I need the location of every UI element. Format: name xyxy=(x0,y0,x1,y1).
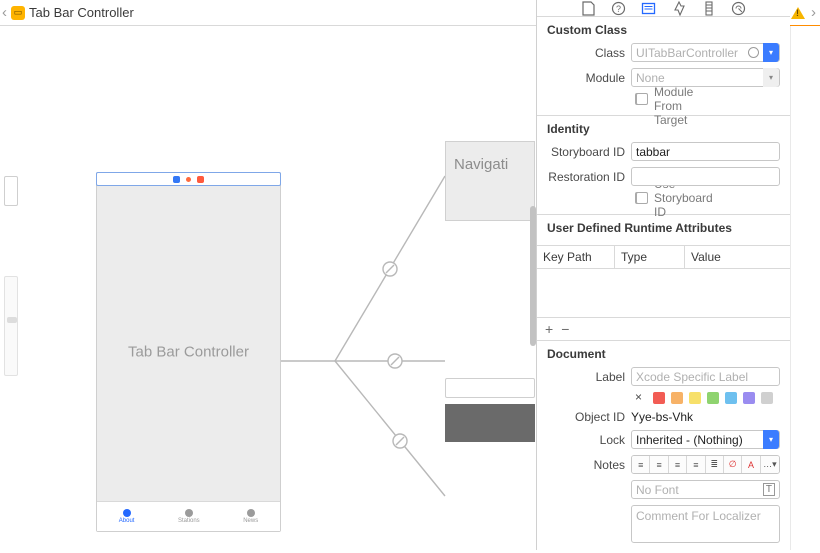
align-left-button[interactable]: ≡ xyxy=(632,456,650,473)
history-forward-icon[interactable]: › xyxy=(811,4,816,21)
custom-class-section: Custom Class Class UITabBarController ▾ … xyxy=(537,17,790,116)
document-section: Document Label Xcode Specific Label × Ob… xyxy=(537,341,790,553)
udr-table-body[interactable] xyxy=(537,269,790,317)
align-center-button[interactable]: ≡ xyxy=(650,456,668,473)
col-value[interactable]: Value xyxy=(685,246,790,268)
tab-icon xyxy=(123,509,131,517)
notes-toolbar: ≡ ≡ ≡ ≡ ≣ ∅ A …▾ xyxy=(631,455,780,474)
remove-button[interactable]: − xyxy=(561,321,569,337)
storyboard-id-label: Storyboard ID xyxy=(547,145,625,159)
use-storyboard-id-checkbox[interactable]: Use Storyboard ID xyxy=(635,192,647,204)
notes-label: Notes xyxy=(547,458,625,472)
align-right-button[interactable]: ≡ xyxy=(669,456,687,473)
dropdown-icon[interactable]: ▾ xyxy=(763,68,779,87)
section-title: Document xyxy=(547,347,780,361)
scene-title: Tab Bar Controller xyxy=(128,344,249,361)
inspector-tabs: ? xyxy=(537,0,790,17)
back-chevron-icon[interactable]: ‹ xyxy=(2,4,7,21)
warning-icon[interactable] xyxy=(791,7,805,19)
tab-bar: About Stations News xyxy=(97,501,280,531)
lock-label: Lock xyxy=(547,433,625,447)
doc-label-label: Label xyxy=(547,370,625,384)
section-title: User Defined Runtime Attributes xyxy=(537,221,790,239)
navigation-controller-scene[interactable]: Navigati xyxy=(445,141,535,221)
checkbox-icon xyxy=(636,192,648,204)
tab-bar-controller-scene[interactable]: Tab Bar Controller About Stations News xyxy=(96,172,281,532)
tab-item-about[interactable]: About xyxy=(119,509,135,524)
module-label: Module xyxy=(547,71,625,85)
first-responder-icon xyxy=(186,177,191,182)
scene-navbar-fragment[interactable] xyxy=(445,404,535,442)
section-title: Identity xyxy=(547,122,780,136)
file-inspector-tab[interactable] xyxy=(581,0,597,16)
tab-icon xyxy=(247,509,255,517)
identity-section: Identity Storyboard ID tabbar Restoratio… xyxy=(537,116,790,215)
align-justify-button[interactable]: ≡ xyxy=(687,456,705,473)
clear-icon[interactable] xyxy=(748,47,759,58)
svg-text:?: ? xyxy=(616,4,621,14)
connections-inspector-tab[interactable] xyxy=(731,0,747,16)
udr-table-header: Key Path Type Value xyxy=(537,245,790,269)
add-button[interactable]: + xyxy=(545,321,553,337)
restoration-id-field[interactable] xyxy=(631,167,780,186)
object-id-value: Yye-bs-Vhk xyxy=(631,410,780,424)
offscreen-scene xyxy=(4,176,18,206)
label-color-swatches: × xyxy=(635,392,780,404)
scene-icon: ▭ xyxy=(11,6,25,20)
swatch-yellow[interactable] xyxy=(689,392,701,404)
inspector-panel: ? Custom Class Class UITabBarController … xyxy=(536,0,790,550)
dropdown-icon[interactable]: ▾ xyxy=(763,430,779,449)
tab-item-stations[interactable]: Stations xyxy=(178,509,200,524)
identity-inspector-tab[interactable] xyxy=(641,0,657,16)
swatch-orange[interactable] xyxy=(671,392,683,404)
attributes-inspector-tab[interactable] xyxy=(671,0,687,16)
udr-section: User Defined Runtime Attributes Key Path… xyxy=(537,215,790,341)
shield-icon xyxy=(173,176,180,183)
inherit-module-checkbox[interactable]: Inherit Module From Target xyxy=(635,93,647,105)
section-title: Custom Class xyxy=(547,23,780,37)
storyboard-canvas[interactable]: Tab Bar Controller About Stations News N… xyxy=(0,26,536,550)
breadcrumb-title[interactable]: Tab Bar Controller xyxy=(29,5,134,20)
localizer-comment-field[interactable]: Comment For Localizer xyxy=(631,505,780,543)
checkbox-icon xyxy=(636,93,648,105)
swatch-red[interactable] xyxy=(653,392,665,404)
offscreen-scene xyxy=(4,276,18,376)
swatch-purple[interactable] xyxy=(743,392,755,404)
font-field[interactable]: No Font xyxy=(631,480,780,499)
class-field[interactable]: UITabBarController ▾ xyxy=(631,43,780,62)
swatch-gray[interactable] xyxy=(761,392,773,404)
col-keypath[interactable]: Key Path xyxy=(537,246,615,268)
more-button[interactable]: …▾ xyxy=(761,456,779,473)
right-gutter xyxy=(790,26,820,550)
dropdown-icon[interactable]: ▾ xyxy=(763,43,779,62)
tab-icon xyxy=(185,509,193,517)
col-type[interactable]: Type xyxy=(615,246,685,268)
module-field[interactable]: None ▾ xyxy=(631,68,780,87)
size-inspector-tab[interactable] xyxy=(701,0,717,16)
restoration-id-label: Restoration ID xyxy=(547,170,625,184)
storyboard-id-field[interactable]: tabbar xyxy=(631,142,780,161)
scene-header-fragment[interactable] xyxy=(445,378,535,398)
list-button[interactable]: ≣ xyxy=(706,456,724,473)
exit-icon xyxy=(197,176,204,183)
lock-field[interactable]: Inherited - (Nothing) ▾ xyxy=(631,430,780,449)
swatch-green[interactable] xyxy=(707,392,719,404)
doc-label-field[interactable]: Xcode Specific Label xyxy=(631,367,780,386)
swatch-clear[interactable]: × xyxy=(635,392,647,404)
link-button[interactable]: A xyxy=(742,456,760,473)
scene-header[interactable] xyxy=(96,172,281,186)
swatch-blue[interactable] xyxy=(725,392,737,404)
strike-button[interactable]: ∅ xyxy=(724,456,742,473)
object-id-label: Object ID xyxy=(547,410,625,424)
class-label: Class xyxy=(547,46,625,60)
help-inspector-tab[interactable]: ? xyxy=(611,0,627,16)
udr-footer: + − xyxy=(537,317,790,340)
tab-item-news[interactable]: News xyxy=(243,509,258,524)
